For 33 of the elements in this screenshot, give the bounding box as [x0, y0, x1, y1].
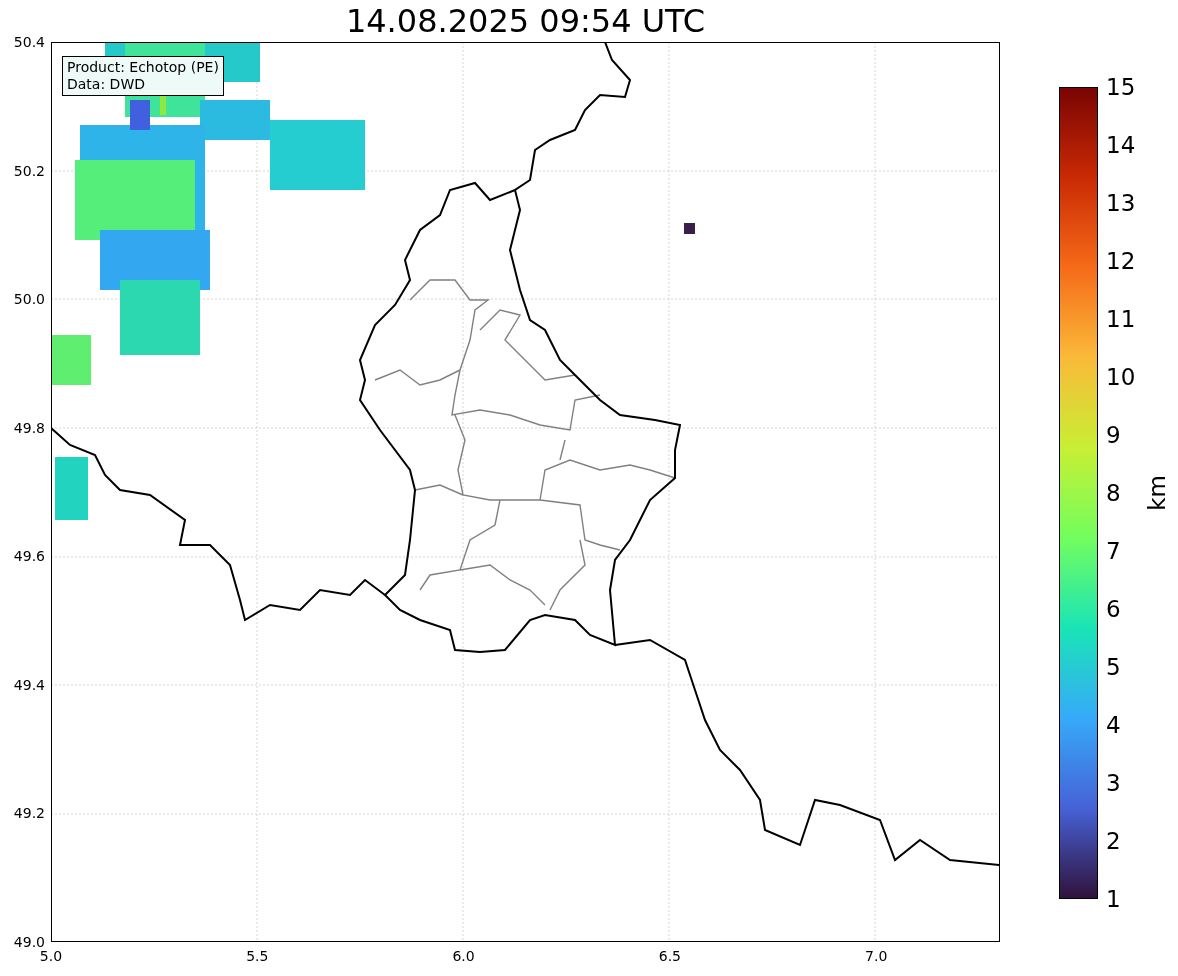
colorbar-tick-label: 4: [1106, 713, 1122, 737]
colorbar-tick-label: 8: [1106, 481, 1122, 505]
x-tick-label: 6.5: [657, 948, 682, 964]
echo-pixel-drawing: [684, 223, 695, 234]
colorbar-tick-label: 11: [1106, 307, 1136, 331]
x-tick-label: 5.0: [38, 948, 64, 964]
y-tick-label: 50.2: [13, 162, 45, 179]
colorbar-tick-label: 3: [1106, 771, 1122, 795]
colorbar-tick-label: 12: [1106, 249, 1136, 273]
colorbar-label: km: [1145, 475, 1170, 511]
y-tick-label: 49.0: [13, 933, 45, 950]
annotation-line: Product: Echotop (PE): [67, 59, 219, 76]
y-tick-label: 49.8: [13, 419, 45, 436]
colorbar-tick-label: 14: [1106, 133, 1136, 157]
y-tick-label: 50.0: [13, 291, 45, 308]
colorbar-tick-label: 15: [1106, 75, 1136, 99]
y-tick-label: 49.2: [13, 805, 45, 822]
y-tick-label: 49.6: [13, 548, 45, 565]
y-tick-label: 49.4: [13, 676, 45, 693]
colorbar-tick-label: 7: [1106, 539, 1122, 563]
colorbar-tick-label: 9: [1106, 423, 1122, 447]
colorbar-tick-label: 10: [1106, 365, 1136, 389]
colorbar-tick-label: 6: [1106, 597, 1122, 621]
colorbar-tick-label: 5: [1106, 655, 1122, 679]
x-tick-label: 6.0: [451, 948, 476, 964]
y-tick-label: 50.4: [13, 34, 45, 50]
colorbar-tick-label: 13: [1106, 191, 1136, 215]
plot-title: 14.08.2025 09:54 UTC: [345, 1, 706, 41]
x-tick-label: 7.0: [864, 948, 889, 964]
x-tick-label: 5.5: [245, 948, 270, 964]
colorbar-tick-label: 2: [1106, 829, 1122, 853]
annotation-line: Data: DWD: [67, 76, 146, 93]
colorbar-tick-label: 1: [1106, 887, 1122, 911]
